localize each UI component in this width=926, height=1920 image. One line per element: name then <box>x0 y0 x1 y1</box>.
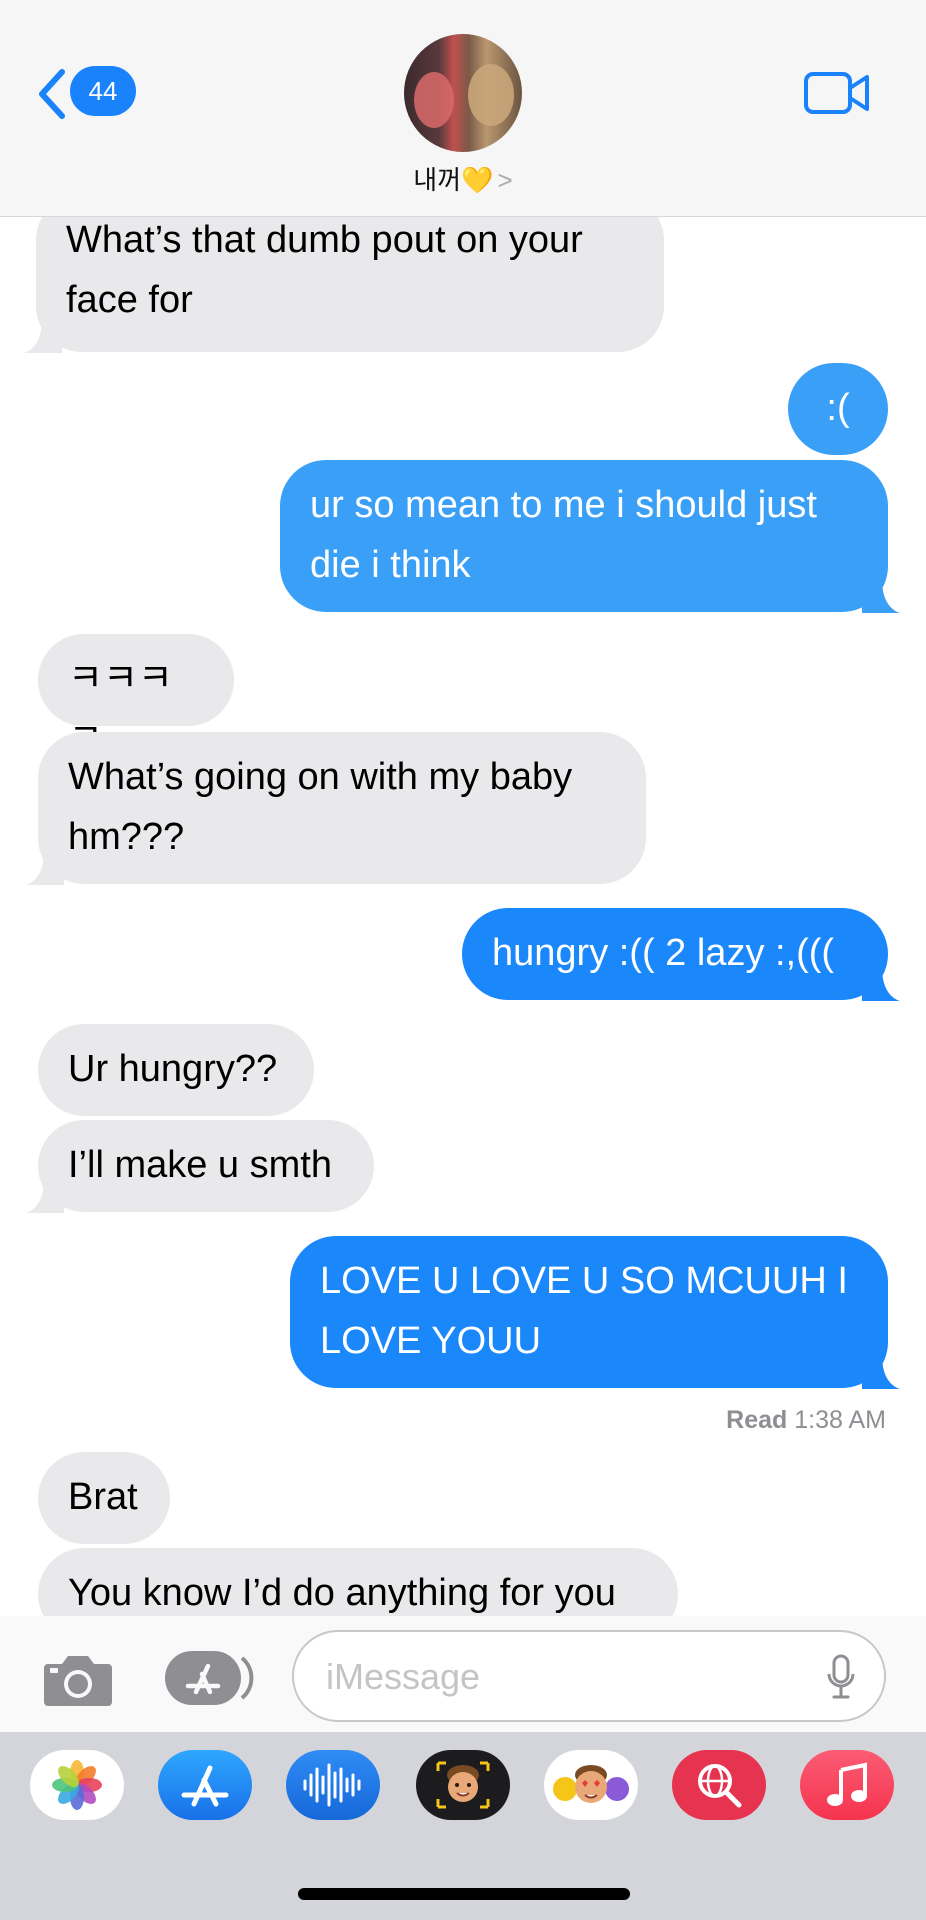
outgoing-message-bubble[interactable]: :( <box>788 363 888 455</box>
message-text: Brat <box>68 1476 138 1518</box>
outgoing-message-bubble[interactable]: LOVE U LOVE U SO MCUUH I LOVE YOUU <box>290 1236 900 1389</box>
message-text: hungry :(( 2 lazy :,((( <box>492 932 835 974</box>
bubble-tail <box>24 313 62 353</box>
bubble-tail <box>862 573 900 613</box>
bubble-tail <box>862 1349 900 1389</box>
chevron-right-icon: > <box>497 165 513 195</box>
bubble-tail <box>862 961 900 1001</box>
music-note-icon <box>827 1762 867 1806</box>
read-receipt-time: 1:38 AM <box>794 1406 886 1434</box>
images-search-app-icon[interactable] <box>672 1750 766 1820</box>
memoji-stickers-app-icon[interactable] <box>544 1750 638 1820</box>
video-camera-icon <box>804 72 869 114</box>
message-text: ur so mean to me i should just die i thi… <box>310 484 817 586</box>
message-text: I’ll make u smth <box>68 1144 332 1186</box>
back-button[interactable]: 44 <box>36 64 140 120</box>
app-store-icon <box>165 1651 254 1705</box>
app-store-app-icon[interactable] <box>158 1750 252 1820</box>
incoming-message-bubble[interactable]: Brat <box>38 1452 170 1544</box>
incoming-message-bubble[interactable]: What’s that dumb pout on your face for <box>24 216 664 353</box>
waveform-icon <box>303 1763 361 1807</box>
bubble-tail <box>26 845 64 885</box>
chevron-left-icon <box>39 69 65 119</box>
photos-app-icon[interactable] <box>30 1750 124 1820</box>
message-text: What’s going on with my baby hm??? <box>68 756 573 858</box>
facetime-video-button[interactable] <box>804 70 870 121</box>
message-text: LOVE U LOVE U SO MCUUH I LOVE YOUU <box>320 1260 848 1362</box>
home-indicator[interactable] <box>298 1888 630 1900</box>
camera-icon <box>44 1656 112 1706</box>
message-text: Ur hungry?? <box>68 1048 278 1090</box>
unread-count-badge: 44 <box>70 66 136 116</box>
message-input[interactable] <box>324 1646 798 1708</box>
message-list[interactable]: What’s that dumb pout on your face for :… <box>0 216 926 1616</box>
message-text: :( <box>826 387 850 429</box>
conversation-header: 44 내꺼💛 > <box>0 0 926 217</box>
globe-search-icon <box>698 1764 742 1808</box>
read-receipt-label: Read <box>726 1406 788 1434</box>
message-text: You know I’d do anything for you <box>68 1572 616 1614</box>
message-text: What’s that dumb pout on your face for <box>66 219 583 321</box>
read-receipt: Read 1:38 AM <box>726 1406 886 1435</box>
dictation-button[interactable] <box>826 1654 856 1705</box>
contact-avatar[interactable] <box>404 34 522 152</box>
incoming-message-bubble[interactable]: What’s going on with my baby hm??? <box>26 732 646 885</box>
imessage-field[interactable] <box>292 1630 886 1722</box>
incoming-message-bubble[interactable]: Ur hungry?? <box>38 1024 314 1116</box>
audio-message-app-icon[interactable] <box>286 1750 380 1820</box>
incoming-message-bubble[interactable]: ㅋㅋㅋㅋ <box>38 634 234 760</box>
photos-flower-icon <box>52 1760 102 1810</box>
memoji-app-icon[interactable] <box>416 1750 510 1820</box>
contact-name-button[interactable]: 내꺼💛 > <box>0 160 926 197</box>
outgoing-message-bubble[interactable]: hungry :(( 2 lazy :,((( <box>462 908 900 1001</box>
outgoing-message-bubble[interactable]: ur so mean to me i should just die i thi… <box>280 460 900 613</box>
bubble-tail <box>26 1173 64 1213</box>
app-store-a-icon <box>181 1765 229 1807</box>
incoming-message-bubble[interactable]: I’ll make u smth <box>26 1120 374 1213</box>
compose-bar <box>0 1616 926 1732</box>
microphone-icon <box>827 1654 855 1699</box>
app-store-toggle-button[interactable] <box>164 1648 254 1713</box>
incoming-message-bubble[interactable]: You know I’d do anything for you <box>38 1548 678 1616</box>
memoji-stickers-icon <box>553 1765 629 1803</box>
camera-button[interactable] <box>42 1652 114 1713</box>
contact-name: 내꺼💛 <box>413 165 494 195</box>
music-app-icon[interactable] <box>800 1750 894 1820</box>
memoji-face-icon <box>436 1761 490 1809</box>
